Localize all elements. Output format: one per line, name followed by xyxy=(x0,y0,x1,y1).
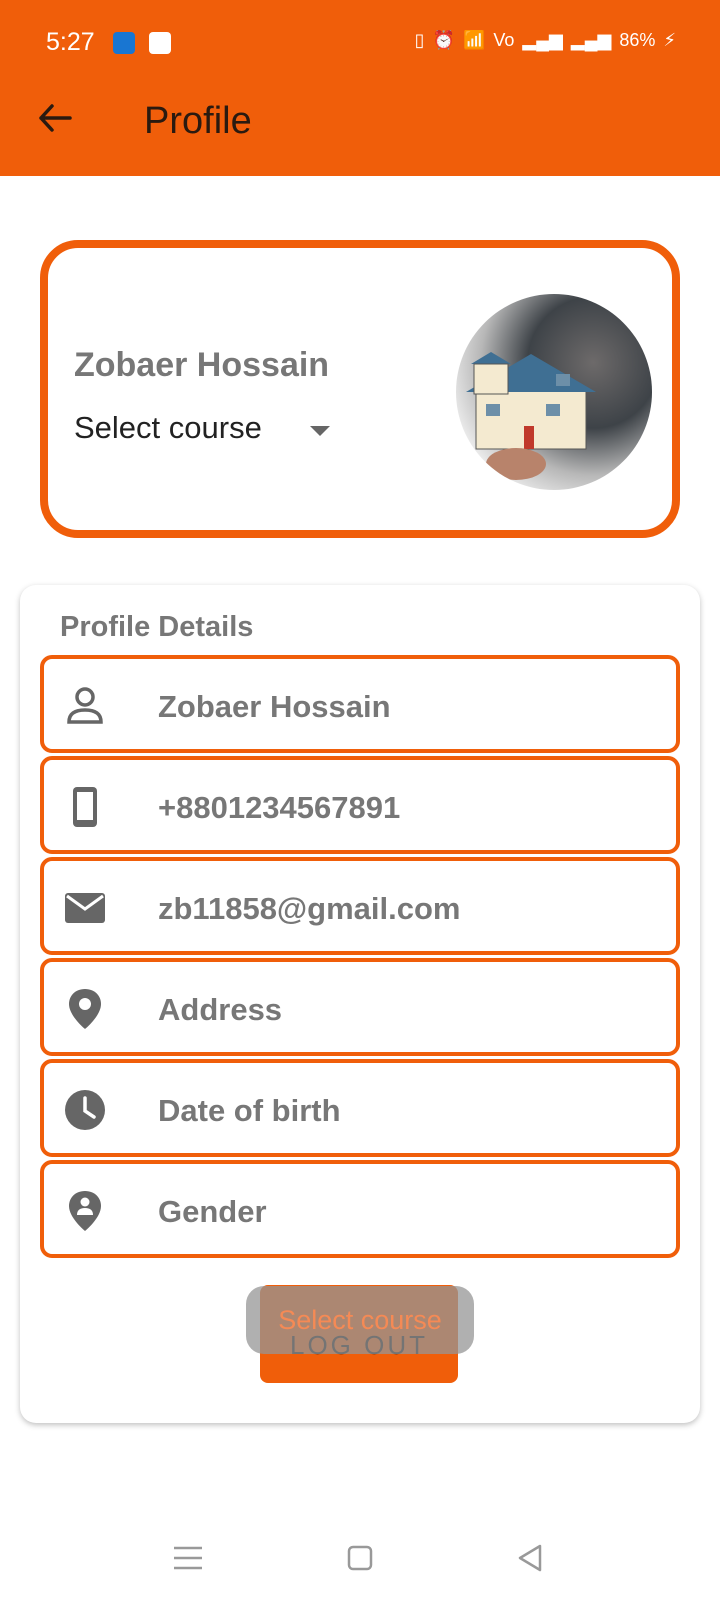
phone-field[interactable]: +8801234567891 xyxy=(40,756,680,854)
linkedin-icon xyxy=(149,32,171,54)
phone-value: +8801234567891 xyxy=(158,790,401,825)
email-icon xyxy=(65,893,105,923)
house-icon xyxy=(466,352,596,480)
address-field[interactable]: Address xyxy=(40,958,680,1056)
system-nav-bar xyxy=(0,1520,720,1600)
home-icon[interactable] xyxy=(340,1538,380,1578)
phone-icon xyxy=(73,787,97,827)
charging-icon: ⚡ xyxy=(663,30,676,50)
arrow-back-icon[interactable] xyxy=(38,104,72,132)
signal-icon: ▂▄▆ xyxy=(570,30,612,50)
menu-icon[interactable] xyxy=(168,1538,208,1578)
profile-name: Zobaer Hossain xyxy=(74,346,330,384)
vibrate-icon: ▯ xyxy=(414,30,425,50)
avatar[interactable] xyxy=(456,294,652,490)
status-right-group: ▯ ⏰ 📶 Vo ▂▄▆ ▂▄▆ 86% ⚡ xyxy=(415,30,676,51)
person-icon xyxy=(67,687,103,724)
clock-icon xyxy=(65,1090,105,1130)
chevron-down-icon[interactable] xyxy=(310,426,330,436)
dob-field[interactable]: Date of birth xyxy=(40,1059,680,1157)
signal-icon: ▂▄▆ xyxy=(522,30,563,50)
dob-value: Date of birth xyxy=(158,1093,341,1128)
email-value: zb11858@gmail.com xyxy=(158,891,461,926)
gender-field[interactable]: Gender xyxy=(40,1160,680,1258)
name-value: Zobaer Hossain xyxy=(158,689,391,724)
name-field[interactable]: Zobaer Hossain xyxy=(40,655,680,753)
battery-level: 86% xyxy=(619,30,656,50)
profile-card: Zobaer Hossain Select course xyxy=(40,240,680,538)
address-value: Address xyxy=(158,992,283,1027)
course-select[interactable]: Select course xyxy=(74,410,262,446)
gender-icon xyxy=(69,1191,101,1231)
usb-icon xyxy=(113,32,135,54)
app-bar: 5:27 ▯ ⏰ 📶 Vo ▂▄▆ ▂▄▆ 86% ⚡ Profile xyxy=(0,0,720,176)
status-bar: 5:27 ▯ ⏰ 📶 Vo ▂▄▆ ▂▄▆ 86% ⚡ xyxy=(0,20,720,70)
status-time: 5:27 xyxy=(46,28,95,56)
gender-value: Gender xyxy=(158,1194,267,1229)
alarm-icon: ⏰ xyxy=(432,30,455,50)
toast-message: Select course xyxy=(246,1286,474,1354)
page-title: Profile xyxy=(144,100,252,142)
wifi-icon: 📶 xyxy=(462,30,486,50)
back-nav-icon[interactable] xyxy=(510,1538,550,1578)
email-field[interactable]: zb11858@gmail.com xyxy=(40,857,680,955)
details-title: Profile Details xyxy=(60,611,254,643)
location-pin-icon xyxy=(69,989,101,1029)
volte-icon: Vo xyxy=(493,30,515,50)
